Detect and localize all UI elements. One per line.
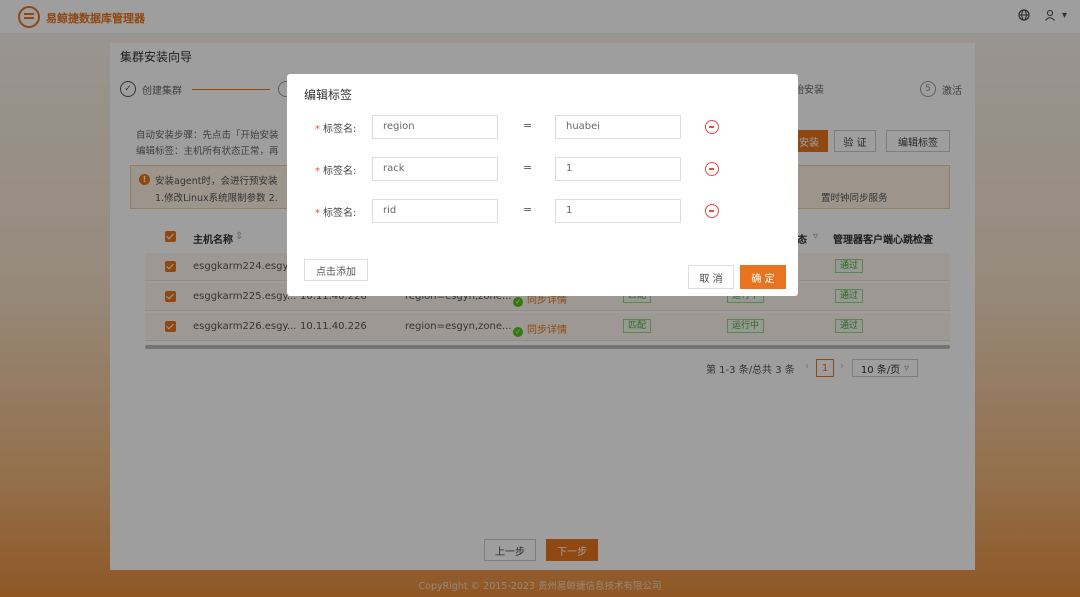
- tag-value-input[interactable]: 1: [555, 157, 681, 181]
- tag-name-label: * 标签名:: [315, 124, 357, 135]
- cancel-button[interactable]: 取 消: [688, 265, 734, 289]
- tag-key-input[interactable]: rid: [372, 199, 498, 223]
- tag-row: * 标签名: region = huabei: [287, 115, 798, 139]
- tag-row: * 标签名: rid = 1: [287, 199, 798, 223]
- tag-name-label: * 标签名:: [315, 166, 357, 177]
- edit-tags-dialog: 编辑标签 * 标签名: region = huabei * 标签名: rack = …: [287, 74, 798, 296]
- remove-tag-icon[interactable]: [705, 162, 719, 176]
- confirm-button[interactable]: 确 定: [740, 265, 786, 289]
- add-tag-button[interactable]: 点击添加: [304, 259, 368, 281]
- tag-key-input[interactable]: region: [372, 115, 498, 139]
- tag-value-input[interactable]: 1: [555, 199, 681, 223]
- equals-sign: =: [523, 119, 533, 132]
- tag-value-input[interactable]: huabei: [555, 115, 681, 139]
- equals-sign: =: [523, 203, 533, 216]
- equals-sign: =: [523, 161, 533, 174]
- dialog-title: 编辑标签: [304, 88, 353, 102]
- remove-tag-icon[interactable]: [705, 120, 719, 134]
- tag-key-input[interactable]: rack: [372, 157, 498, 181]
- tag-name-label: * 标签名:: [315, 208, 357, 219]
- tag-row: * 标签名: rack = 1: [287, 157, 798, 181]
- remove-tag-icon[interactable]: [705, 204, 719, 218]
